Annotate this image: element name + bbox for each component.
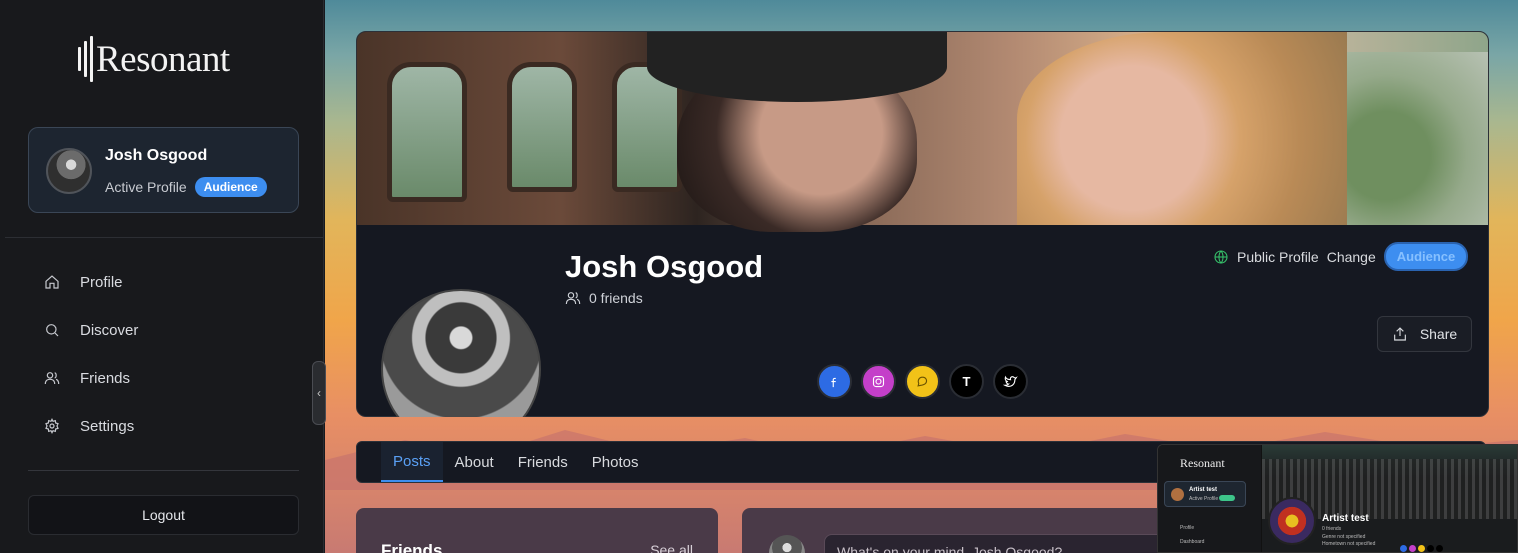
search-icon — [46, 324, 59, 337]
share-button[interactable]: Share — [1377, 316, 1472, 352]
sidebar-item-settings[interactable]: Settings — [28, 402, 299, 450]
thumbnail-logo: Resonant — [1180, 456, 1225, 470]
sidebar-divider — [5, 237, 323, 238]
thumbnail-main: Artist test 0 friends Genre not specifie… — [1262, 445, 1517, 552]
friends-count[interactable]: 0 friends — [565, 290, 643, 306]
thumbnail-line: 0 friends — [1322, 526, 1342, 532]
logo-text: Resonant — [96, 38, 230, 80]
profile-card-name: Josh Osgood — [105, 147, 208, 164]
visibility-label: Public Profile — [1237, 248, 1319, 265]
sidebar-divider — [28, 470, 299, 471]
audience-badge: Audience — [194, 177, 267, 197]
avatar — [46, 148, 92, 194]
sidebar-item-friends[interactable]: Friends — [28, 354, 299, 402]
profile-header-card — [356, 31, 1489, 417]
sidebar-nav: Profile Discover Friends Settings — [28, 258, 299, 450]
facebook-button[interactable] — [817, 364, 852, 399]
thumbnail-nav-item: Dashboard — [1180, 539, 1205, 545]
tiktok-button[interactable]: T — [949, 364, 984, 399]
sidebar-item-discover[interactable]: Discover — [28, 306, 299, 354]
sidebar-item-label: Discover — [80, 321, 139, 339]
cover-person — [1017, 32, 1347, 225]
change-visibility-link[interactable]: Change — [1327, 249, 1376, 265]
thumbnail-avatar — [1268, 497, 1316, 545]
thumbnail-card-name: Artist test — [1189, 487, 1218, 493]
share-icon — [1393, 327, 1406, 341]
window-preview-thumbnail[interactable]: Resonant Artist test Active Profile Prof… — [1157, 444, 1518, 553]
instagram-icon — [872, 375, 885, 388]
thumbnail-badge — [1219, 495, 1235, 501]
active-profile-label: Active Profile — [105, 179, 187, 195]
see-all-link[interactable]: See all — [650, 542, 693, 553]
share-label: Share — [1419, 326, 1458, 342]
visibility-row: Public Profile Change Audience — [1213, 242, 1469, 271]
friends-count-label: 0 friends — [589, 290, 643, 306]
friends-card-title: Friends — [381, 541, 443, 553]
tab-friends[interactable]: Friends — [506, 442, 580, 482]
thumbnail-profile-card: Artist test Active Profile — [1164, 481, 1246, 507]
audience-badge[interactable]: Audience — [1383, 242, 1469, 271]
avatar — [769, 535, 805, 553]
social-links: T — [817, 364, 1028, 399]
profile-card-subtitle: Active Profile Audience — [105, 177, 267, 197]
tab-about[interactable]: About — [443, 442, 506, 482]
tab-posts[interactable]: Posts — [381, 442, 443, 482]
thumbnail-nav-item: Profile — [1180, 525, 1195, 531]
tab-photos[interactable]: Photos — [580, 442, 651, 482]
sidebar-item-label: Settings — [80, 417, 135, 435]
chat-icon — [917, 376, 928, 387]
cover-window — [387, 62, 467, 202]
sidebar: Resonant Josh Osgood Active Profile Audi… — [0, 0, 324, 553]
chat-button[interactable] — [905, 364, 940, 399]
cover-window — [507, 62, 577, 192]
avatar — [1171, 488, 1184, 501]
chevron-left-icon: ‹ — [317, 386, 321, 400]
app-logo[interactable]: Resonant — [78, 36, 230, 82]
twitter-button[interactable] — [993, 364, 1028, 399]
thumbnail-line: Hometown not specified — [1322, 541, 1376, 547]
instagram-button[interactable] — [861, 364, 896, 399]
facebook-icon — [831, 377, 836, 388]
cover-cap — [647, 32, 947, 102]
thumbnail-line: Genre not specified — [1322, 534, 1366, 540]
thumbnail-card-sub: Active Profile — [1189, 496, 1219, 502]
sidebar-item-label: Friends — [80, 369, 131, 387]
twitter-icon — [1003, 375, 1018, 387]
sidebar-item-label: Profile — [80, 273, 123, 291]
collapse-sidebar-button[interactable]: ‹ — [312, 361, 326, 425]
thumbnail-sidebar: Resonant Artist test Active Profile Prof… — [1158, 445, 1261, 552]
home-icon — [45, 275, 59, 289]
gear-icon — [45, 418, 59, 434]
logo-bars-icon — [78, 36, 93, 82]
friends-card: Friends See all — [356, 508, 718, 553]
profile-name: Josh Osgood — [565, 249, 764, 284]
users-icon — [44, 372, 60, 385]
globe-icon — [1214, 249, 1228, 264]
tiktok-icon: T — [962, 374, 971, 389]
active-profile-card[interactable]: Josh Osgood Active Profile Audience — [28, 127, 299, 213]
thumbnail-socials — [1400, 545, 1443, 552]
users-icon — [565, 292, 581, 305]
sidebar-item-profile[interactable]: Profile — [28, 258, 299, 306]
thumbnail-name: Artist test — [1322, 513, 1369, 524]
logout-button[interactable]: Logout — [28, 495, 299, 535]
cover-photo — [357, 32, 1488, 232]
